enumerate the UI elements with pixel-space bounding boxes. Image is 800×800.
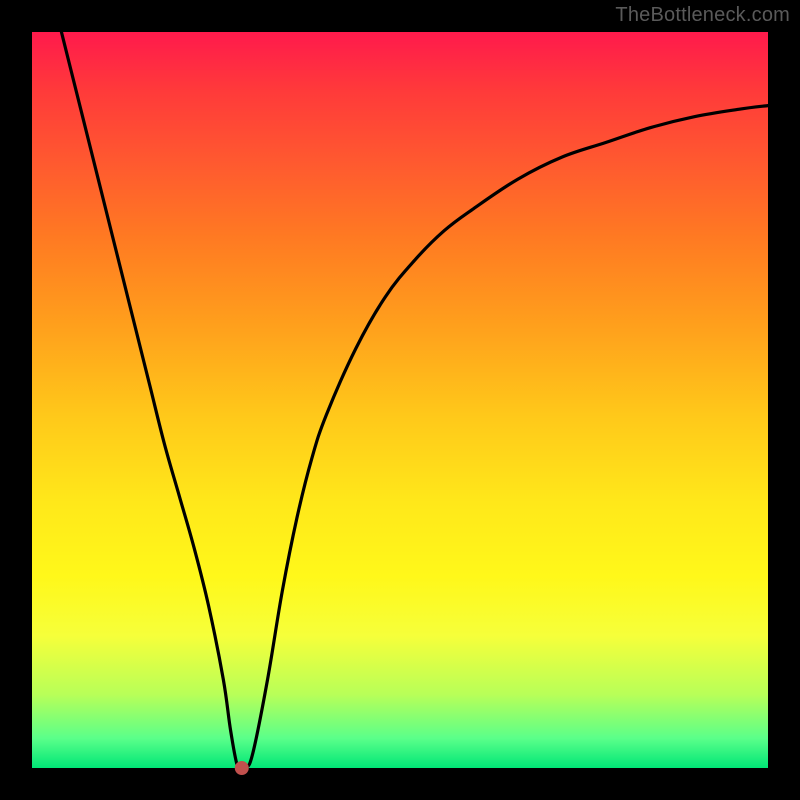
optimum-marker: [235, 761, 249, 775]
bottleneck-curve: [61, 32, 768, 772]
plot-area: [32, 32, 768, 768]
watermark-text: TheBottleneck.com: [615, 4, 790, 27]
curve-layer: [32, 32, 768, 768]
chart-frame: TheBottleneck.com: [0, 0, 800, 800]
